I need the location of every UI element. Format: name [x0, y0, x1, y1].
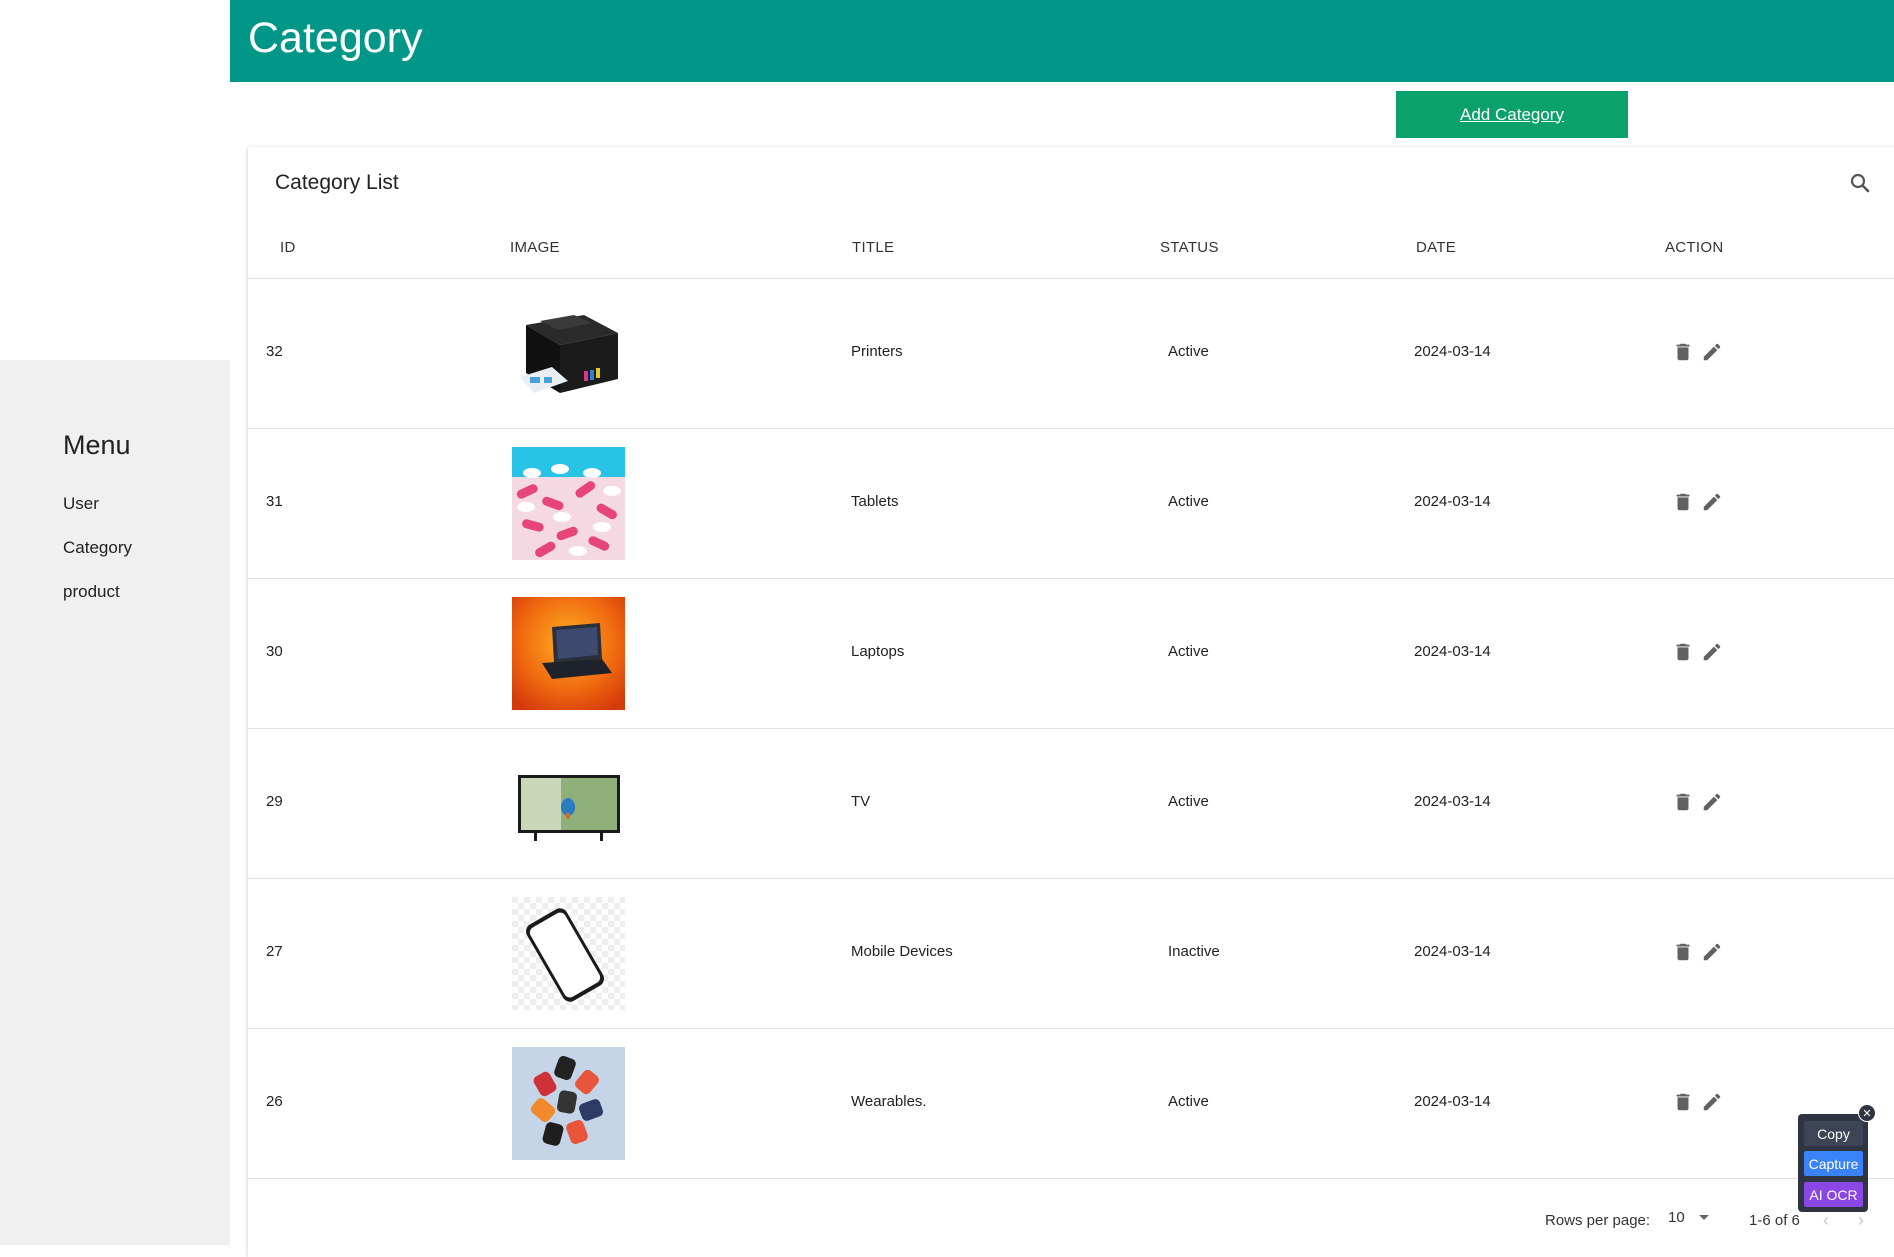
category-image-printer: [512, 297, 625, 410]
close-icon[interactable]: ✕: [1858, 1104, 1876, 1122]
row-date: 2024-03-14: [1414, 1093, 1491, 1110]
sidebar-item-user[interactable]: User: [63, 494, 99, 514]
table-row: 27 Mobile Devices Inactive 2024-03-14: [248, 879, 1894, 1029]
column-header-id: ID: [280, 239, 296, 256]
category-image-phone: [512, 897, 625, 1010]
column-header-image: IMAGE: [510, 239, 560, 256]
search-icon[interactable]: [1848, 171, 1872, 195]
capture-button[interactable]: Capture: [1804, 1151, 1863, 1176]
column-header-action: ACTION: [1665, 239, 1724, 256]
ai-ocr-button[interactable]: AI OCR: [1804, 1182, 1863, 1207]
category-image-watches: [512, 1047, 625, 1160]
row-id: 29: [266, 793, 283, 810]
sidebar-item-product[interactable]: product: [63, 582, 120, 602]
table-row: 29 TV Active 2024-03-14: [248, 729, 1894, 879]
category-image-pills: [512, 447, 625, 560]
delete-icon[interactable]: [1672, 491, 1694, 513]
edit-icon[interactable]: [1701, 491, 1723, 513]
row-status: Active: [1168, 343, 1209, 360]
page-title: Category: [248, 14, 423, 62]
delete-icon[interactable]: [1672, 941, 1694, 963]
card-title: Category List: [275, 171, 399, 194]
sidebar: Menu User Category product: [0, 360, 230, 1245]
delete-icon[interactable]: [1672, 791, 1694, 813]
row-title: Tablets: [851, 493, 899, 510]
edit-icon[interactable]: [1701, 641, 1723, 663]
row-status: Inactive: [1168, 943, 1220, 960]
table-row: 26 Wearables. Active 2024-03-14: [248, 1029, 1894, 1179]
row-id: 27: [266, 943, 283, 960]
edit-icon[interactable]: [1701, 941, 1723, 963]
delete-icon[interactable]: [1672, 1091, 1694, 1113]
row-title: Laptops: [851, 643, 905, 660]
chevron-down-icon: [1698, 1215, 1709, 1220]
row-status: Active: [1168, 793, 1209, 810]
row-date: 2024-03-14: [1414, 493, 1491, 510]
rows-per-page-value: 10: [1668, 1209, 1685, 1226]
sidebar-top-blank: [0, 0, 230, 360]
add-category-button[interactable]: Add Category: [1396, 91, 1628, 138]
row-date: 2024-03-14: [1414, 643, 1491, 660]
table-row: 30 Laptops Active 2024-03-14: [248, 579, 1894, 729]
row-date: 2024-03-14: [1414, 793, 1491, 810]
row-status: Active: [1168, 493, 1209, 510]
row-date: 2024-03-14: [1414, 943, 1491, 960]
table-row: 31 Tablets Active 2024-03-14: [248, 429, 1894, 579]
delete-icon[interactable]: [1672, 641, 1694, 663]
category-image-laptop: [512, 597, 625, 710]
column-header-date: DATE: [1416, 239, 1457, 256]
row-title: TV: [851, 793, 871, 810]
category-image-tv: [512, 747, 625, 860]
sidebar-item-category[interactable]: Category: [63, 538, 132, 558]
row-id: 32: [266, 343, 283, 360]
row-status: Active: [1168, 643, 1209, 660]
row-title: Wearables.: [851, 1093, 927, 1110]
rows-per-page-label: Rows per page:: [1545, 1212, 1651, 1229]
rows-per-page-select[interactable]: 10: [1668, 1209, 1711, 1226]
page-header: Category: [230, 0, 1894, 82]
chevron-left-icon[interactable]: ‹: [1823, 1210, 1829, 1231]
edit-icon[interactable]: [1701, 791, 1723, 813]
pagination-range: 1-6 of 6: [1749, 1212, 1800, 1229]
row-title: Mobile Devices: [851, 943, 953, 960]
row-status: Active: [1168, 1093, 1209, 1110]
menu-title: Menu: [63, 430, 131, 460]
row-title: Printers: [851, 343, 903, 360]
edit-icon[interactable]: [1701, 1091, 1723, 1113]
column-header-title: TITLE: [852, 239, 895, 256]
row-date: 2024-03-14: [1414, 343, 1491, 360]
floating-tool-widget: Copy Capture AI OCR: [1798, 1114, 1868, 1212]
edit-icon[interactable]: [1701, 341, 1723, 363]
category-list-card: Category List ID IMAGE TITLE STATUS DATE…: [248, 147, 1894, 1257]
chevron-right-icon[interactable]: ›: [1858, 1210, 1864, 1231]
table-row: 32 Printers Active 2024-03-14: [248, 279, 1894, 429]
delete-icon[interactable]: [1672, 341, 1694, 363]
row-id: 31: [266, 493, 283, 510]
row-id: 30: [266, 643, 283, 660]
row-id: 26: [266, 1093, 283, 1110]
copy-button[interactable]: Copy: [1804, 1121, 1863, 1146]
column-header-status: STATUS: [1160, 239, 1219, 256]
